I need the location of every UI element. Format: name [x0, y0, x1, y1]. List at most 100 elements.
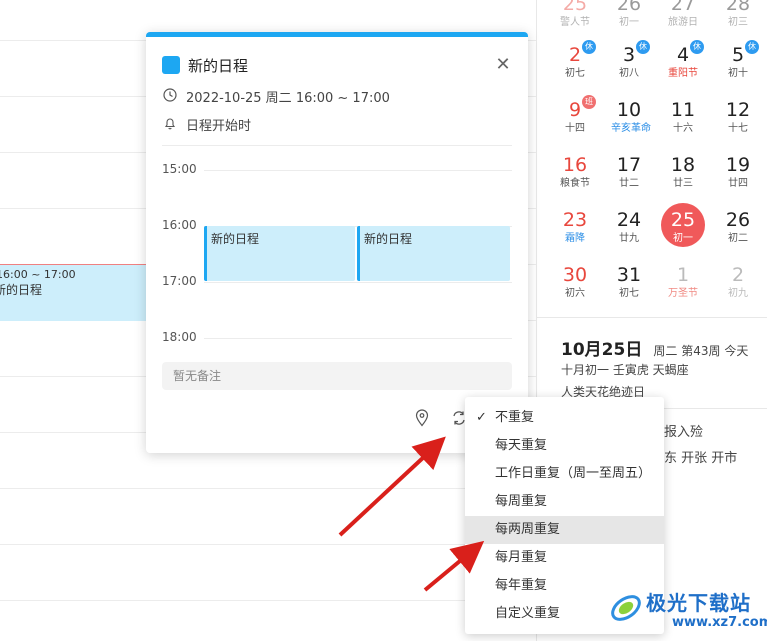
calendar-day-10[interactable]: 10 辛亥革命	[611, 98, 651, 148]
calendar-day-17[interactable]: 17 廿二	[611, 153, 647, 203]
day-number: 27	[670, 0, 696, 15]
event-block[interactable]: 新的日程	[357, 226, 510, 281]
panel-divider	[536, 317, 767, 318]
location-icon[interactable]	[414, 409, 430, 427]
clock-icon	[163, 88, 177, 102]
day-number: 12	[725, 99, 751, 121]
background-event-block[interactable]: 16:00 ~ 17:00 新的日程	[0, 264, 150, 321]
calendar-day-25[interactable]: 25 警人节	[557, 0, 593, 42]
date-info: 10月25日 周二 第43周 今天 十月初一 壬寅虎 天蝎座 人类天花绝迹日	[561, 335, 749, 399]
almanac-line-1: 报入殓	[664, 425, 704, 440]
calendar-day-24[interactable]: 24 廿九	[611, 208, 647, 258]
watermark-logo-icon	[611, 595, 641, 621]
watermark: 极光下载站 www.xz7.com	[608, 584, 767, 638]
almanac-line-2: 东 开张 开市	[664, 451, 738, 466]
hour-gridline	[204, 282, 512, 283]
calendar-day-9[interactable]: 9 十四班	[557, 95, 596, 148]
calendar-day-28[interactable]: 28 初三	[720, 0, 756, 42]
calendar-day-26[interactable]: 26 初二	[720, 208, 756, 258]
hour-gridline	[0, 544, 536, 545]
calendar-day-18[interactable]: 18 廿三	[665, 153, 701, 203]
day-number: 26	[725, 209, 751, 231]
calendar-day-12[interactable]: 12 十七	[720, 98, 756, 148]
calendar-day-23[interactable]: 23 霜降	[557, 208, 593, 258]
event-title[interactable]: 新的日程	[188, 55, 248, 76]
calendar-day-11[interactable]: 11 十六	[665, 98, 701, 148]
calendar-day-5[interactable]: 5 初十休	[720, 40, 759, 93]
lunar-label: 初七	[565, 68, 585, 79]
day-number: 18	[670, 154, 696, 176]
lunar-label: 初九	[728, 288, 748, 299]
selected-date-sub: 周二 第43周 今天	[653, 344, 749, 358]
lunar-label: 初六	[565, 288, 585, 299]
repeat-option-workdays[interactable]: 工作日重复（周一至周五）	[465, 460, 664, 488]
option-label: 自定义重复	[495, 606, 561, 621]
repeat-option-monthly[interactable]: 每月重复	[465, 544, 664, 572]
lunar-label: 廿三	[673, 178, 693, 189]
close-icon[interactable]: ✕	[494, 56, 512, 74]
calendar-day-31[interactable]: 31 初七	[611, 263, 647, 313]
lunar-label: 霜降	[565, 233, 585, 244]
background-event-time: 16:00 ~ 17:00	[0, 268, 76, 281]
watermark-url: www.xz7.com	[672, 615, 767, 630]
day-number: 19	[725, 154, 751, 176]
event-color-swatch[interactable]	[162, 56, 180, 74]
day-number: 11	[670, 99, 696, 121]
option-label: 工作日重复（周一至周五）	[495, 466, 652, 481]
repeat-option-none[interactable]: ✓ 不重复	[465, 404, 664, 432]
day-number: 25	[562, 0, 588, 15]
option-label: 每年重复	[495, 578, 548, 593]
calendar-day-26[interactable]: 26 初一	[611, 0, 647, 42]
hour-label: 16:00	[162, 218, 197, 232]
calendar-day-16[interactable]: 16 粮食节	[557, 153, 593, 203]
day-number: 16	[562, 154, 588, 176]
hour-label: 18:00	[162, 330, 197, 344]
event-detail-popup: 新的日程 ✕ 2022-10-25 周二 16:00 ~ 17:00 日程开始时…	[146, 32, 528, 453]
holiday-badge: 休	[690, 40, 704, 54]
option-label: 每周重复	[495, 494, 548, 509]
day-number: 17	[616, 154, 642, 176]
holiday-badge: 休	[636, 40, 650, 54]
day-number: 1	[676, 264, 690, 286]
calendar-day-2[interactable]: 2 初九	[720, 263, 756, 313]
option-label: 每月重复	[495, 550, 548, 565]
watermark-title: 极光下载站	[646, 591, 751, 615]
day-number: 2	[731, 264, 745, 286]
lunar-label: 十七	[728, 123, 748, 134]
repeat-option-weekly[interactable]: 每周重复	[465, 488, 664, 516]
repeat-option-biweekly[interactable]: 每两周重复	[465, 516, 664, 544]
note-field[interactable]: 暂无备注	[162, 362, 512, 390]
lunar-info: 十月初一 壬寅虎 天蝎座	[561, 363, 689, 377]
option-label: 每两周重复	[495, 522, 561, 537]
lunar-label: 万圣节	[668, 288, 698, 299]
day-number: 23	[562, 209, 588, 231]
lunar-label: 初八	[619, 68, 639, 79]
bell-icon	[164, 118, 176, 130]
calendar-day-30[interactable]: 30 初六	[557, 263, 593, 313]
lunar-label: 粮食节	[560, 178, 590, 189]
event-block[interactable]: 新的日程	[204, 226, 355, 281]
repeat-option-daily[interactable]: 每天重复	[465, 432, 664, 460]
hour-gridline	[204, 170, 512, 171]
lunar-label: 初一	[619, 17, 639, 28]
day-number: 24	[616, 209, 642, 231]
holiday-badge: 休	[582, 40, 596, 54]
day-number: 30	[562, 264, 588, 286]
calendar-day-19[interactable]: 19 廿四	[720, 153, 756, 203]
lunar-label: 廿二	[619, 178, 639, 189]
calendar-day-27[interactable]: 27 旅游日	[665, 0, 701, 42]
calendar-app: 16:00 ~ 17:00 新的日程 25 警人节 26 初一 27 旅游日 28 初三 2 初七…	[0, 0, 767, 641]
calendar-day-1[interactable]: 1 万圣节	[665, 263, 701, 313]
calendar-day-2[interactable]: 2 初七休	[557, 40, 596, 93]
calendar-day-4[interactable]: 4 重阳节休	[665, 40, 704, 93]
lunar-label: 初三	[728, 17, 748, 28]
section-divider	[162, 145, 512, 146]
lunar-label: 重阳节	[668, 68, 698, 79]
calendar-day-25[interactable]: 25 初一	[661, 203, 705, 258]
day-number: 10	[616, 99, 642, 121]
event-time-range[interactable]: 2022-10-25 周二 16:00 ~ 17:00	[186, 87, 390, 106]
event-reminder[interactable]: 日程开始时	[186, 115, 251, 134]
lunar-label: 警人节	[560, 17, 590, 28]
calendar-day-3[interactable]: 3 初八休	[611, 40, 650, 93]
hour-gridline	[204, 338, 512, 339]
